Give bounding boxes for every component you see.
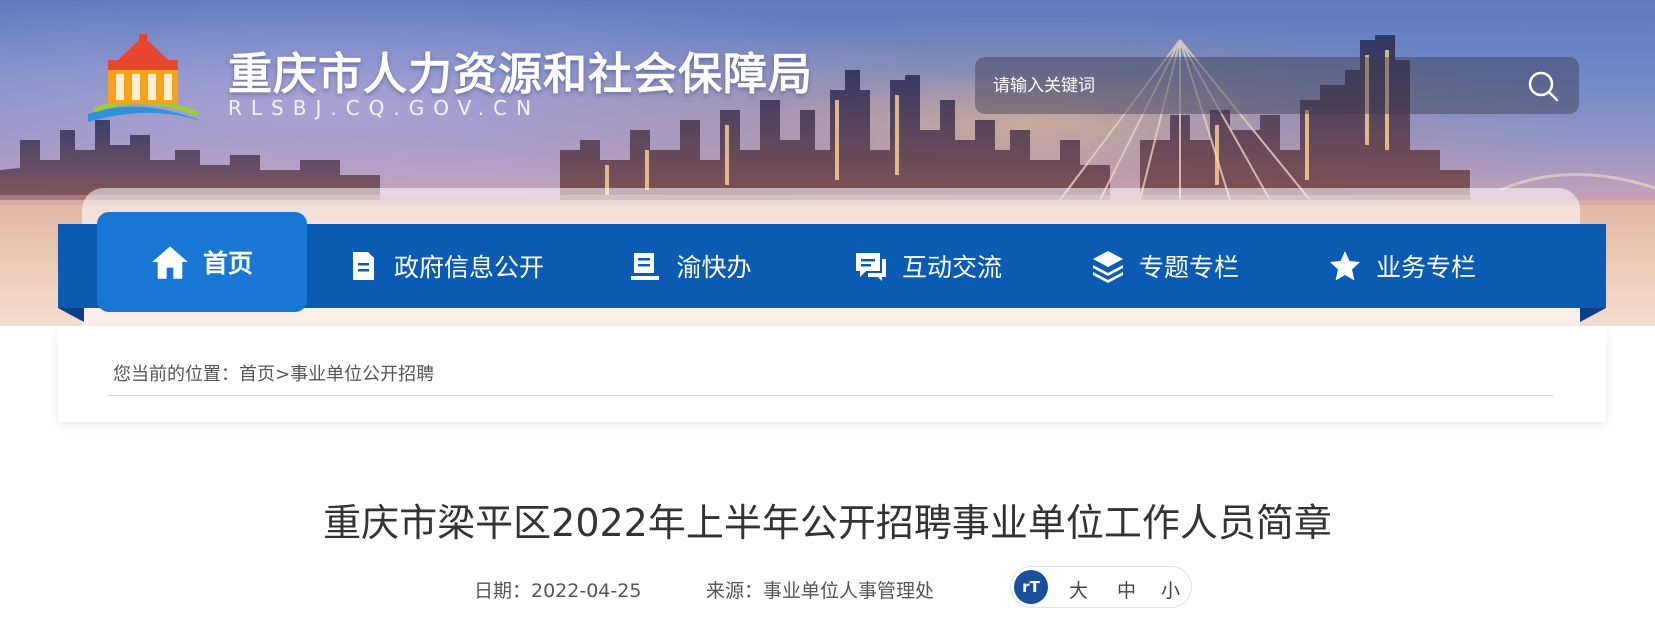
chat-icon [855,253,886,281]
article-source: 来源：事业单位人事管理处 [706,580,935,602]
nav-label: 渝快办 [676,253,752,282]
breadcrumb: 您当前的位置：首页>事业单位公开招聘 [113,360,434,386]
nav-label: 互动交流 [901,253,1002,282]
font-size-medium-button[interactable]: 中 [1117,576,1136,603]
article-title: 重庆市梁平区2022年上半年公开招聘事业单位工作人员简章 [323,501,1332,545]
breadcrumb-home-link[interactable]: 首页 [239,364,275,385]
nav-fold-right [1580,308,1606,322]
document-icon [352,252,374,280]
breadcrumb-prefix: 您当前的位置： [113,364,239,385]
book-icon [631,253,660,280]
breadcrumb-divider [108,395,1554,396]
site-domain: RLSBJ.CQ.GOV.CN [228,96,541,120]
nav-item-business[interactable]: 业务专栏 [1322,224,1482,308]
nav-fold-left [58,308,84,322]
nav-item-interaction[interactable]: 互动交流 [843,224,1013,308]
nav-item-home[interactable]: 首页 [97,212,307,312]
breadcrumb-separator: > [275,364,291,385]
search-input[interactable] [993,57,1493,114]
search-icon[interactable] [1527,70,1559,102]
font-size-icon: rT [1014,570,1048,604]
nav-item-gov-info[interactable]: 政府信息公开 [340,224,550,308]
breadcrumb-current-link[interactable]: 事业单位公开招聘 [290,364,434,385]
nav-label: 首页 [202,249,253,278]
font-size-small-button[interactable]: 小 [1161,576,1180,603]
nav-label: 专题专栏 [1138,253,1239,282]
nav-item-yukuaiban[interactable]: 渝快办 [615,224,765,308]
bureau-logo [88,34,204,122]
home-icon [152,246,188,279]
star-icon [1329,251,1360,281]
site-title: 重庆市人力资源和社会保障局 [228,49,813,100]
nav-label: 政府信息公开 [393,253,544,282]
article-date: 日期：2022-04-25 [474,580,642,602]
layers-icon [1092,251,1123,283]
font-size-large-button[interactable]: 大 [1069,576,1088,603]
nav-label: 业务专栏 [1375,253,1476,282]
nav-item-special-topics[interactable]: 专题专栏 [1085,224,1245,308]
font-size-switcher: rT 大 中 小 [1010,566,1192,608]
search-box [975,57,1579,114]
